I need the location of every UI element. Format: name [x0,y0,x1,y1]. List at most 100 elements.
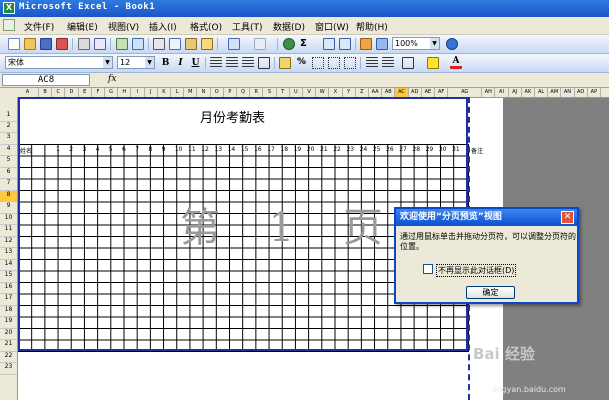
autosum-icon[interactable]: Σ [300,38,307,49]
column-header[interactable]: Y [343,88,356,97]
column-header[interactable]: F [92,88,105,97]
column-header[interactable]: AP [588,88,601,97]
column-header[interactable]: U [290,88,303,97]
row-header[interactable]: 9 [0,202,17,214]
row-header[interactable]: 13 [0,248,17,260]
column-header[interactable]: T [277,88,290,97]
row-header[interactable]: 10 [0,214,17,225]
row-header[interactable]: 2 [0,122,17,133]
column-header[interactable]: G [105,88,119,97]
align-left-icon[interactable] [210,57,222,69]
undo-icon[interactable] [228,38,240,50]
column-header[interactable]: AG [448,88,483,97]
row-header[interactable]: 5 [0,156,17,168]
menu-edit[interactable]: 编辑(E) [67,20,98,33]
excel-icon[interactable]: X [3,2,15,14]
drawing-icon[interactable] [376,38,388,50]
ok-button[interactable]: 确定 [466,286,515,299]
menu-help[interactable]: 帮助(H) [356,20,388,33]
research-icon[interactable] [132,38,144,50]
row-header[interactable]: 16 [0,283,17,294]
column-header[interactable]: A [17,88,39,97]
row-header[interactable]: 20 [0,329,17,340]
name-box[interactable]: AC8 [2,74,90,86]
row-header[interactable]: 8 [0,190,17,202]
decrease-decimal-icon[interactable] [344,57,356,69]
row-header[interactable]: 17 [0,294,17,306]
column-header[interactable]: M [184,88,198,97]
column-header[interactable]: K [158,88,171,97]
sort-descending-icon[interactable] [339,38,351,50]
column-header[interactable]: N [197,88,211,97]
bold-button[interactable]: B [159,57,172,69]
column-header[interactable]: AF [435,88,449,97]
increase-indent-icon[interactable] [382,57,394,69]
zoom-select[interactable]: 100% ▼ [392,37,440,50]
menu-data[interactable]: 数据(D) [273,20,305,33]
column-header[interactable]: O [211,88,224,97]
row-header[interactable]: 11 [0,225,17,237]
save-icon[interactable] [40,38,52,50]
column-header[interactable]: R [250,88,264,97]
row-header[interactable]: 3 [0,133,17,145]
row-header[interactable]: 12 [0,237,17,248]
menu-view[interactable]: 视图(V) [108,20,139,33]
column-header[interactable]: AB [382,88,396,97]
permission-icon[interactable] [56,38,68,50]
italic-button[interactable]: I [174,57,187,69]
row-header[interactable]: 15 [0,271,17,283]
row-header[interactable]: 18 [0,306,17,317]
row-header[interactable]: 22 [0,352,17,363]
chart-wizard-icon[interactable] [360,38,372,50]
row-header[interactable]: 19 [0,317,17,329]
row-header[interactable]: 14 [0,260,17,271]
column-header[interactable]: AK [522,88,535,97]
decrease-indent-icon[interactable] [366,57,378,69]
paste-icon[interactable] [185,38,197,50]
column-header[interactable]: L [171,88,185,97]
column-header[interactable]: AD [409,88,422,97]
increase-decimal-icon[interactable] [328,57,340,69]
open-icon[interactable] [24,38,36,50]
column-header[interactable]: AJ [509,88,522,97]
font-color-icon[interactable]: A [450,57,462,69]
column-header[interactable]: D [65,88,79,97]
workbook-icon[interactable] [3,19,15,31]
column-header[interactable]: AE [422,88,435,97]
column-header[interactable]: J [145,88,158,97]
menu-window[interactable]: 窗口(W) [315,20,349,33]
print-icon[interactable] [78,38,90,50]
column-header[interactable]: H [118,88,132,97]
row-header[interactable]: 21 [0,340,17,352]
column-header[interactable]: B [39,88,53,97]
copy-icon[interactable] [169,38,181,50]
row-header[interactable]: 7 [0,179,17,191]
column-header[interactable]: C [52,88,66,97]
column-header[interactable]: AM [548,88,562,97]
column-header[interactable]: AN [561,88,575,97]
sort-ascending-icon[interactable] [323,38,335,50]
column-header[interactable]: V [303,88,317,97]
menu-tools[interactable]: 工具(T) [232,20,263,33]
print-preview-icon[interactable] [94,38,106,50]
borders-icon[interactable] [402,57,414,69]
new-icon[interactable] [8,38,20,50]
column-header[interactable]: AA [369,88,383,97]
font-size-select[interactable]: 12 ▼ [117,56,155,69]
column-header[interactable]: E [79,88,92,97]
comma-style-icon[interactable] [312,57,324,69]
fill-color-icon[interactable] [427,57,439,69]
column-header[interactable]: AI [495,88,509,97]
column-header[interactable]: S [263,88,277,97]
menu-file[interactable]: 文件(F) [24,20,54,33]
row-header[interactable]: 1 [0,111,17,122]
column-header[interactable]: Q [237,88,251,97]
align-right-icon[interactable] [242,57,254,69]
align-center-icon[interactable] [226,57,238,69]
currency-icon[interactable] [279,57,291,69]
column-header[interactable]: AH [482,88,496,97]
column-header[interactable]: AC [395,88,409,97]
dont-show-checkbox[interactable] [423,264,433,274]
fx-icon[interactable]: fx [108,74,116,84]
row-header[interactable]: 4 [0,145,17,156]
